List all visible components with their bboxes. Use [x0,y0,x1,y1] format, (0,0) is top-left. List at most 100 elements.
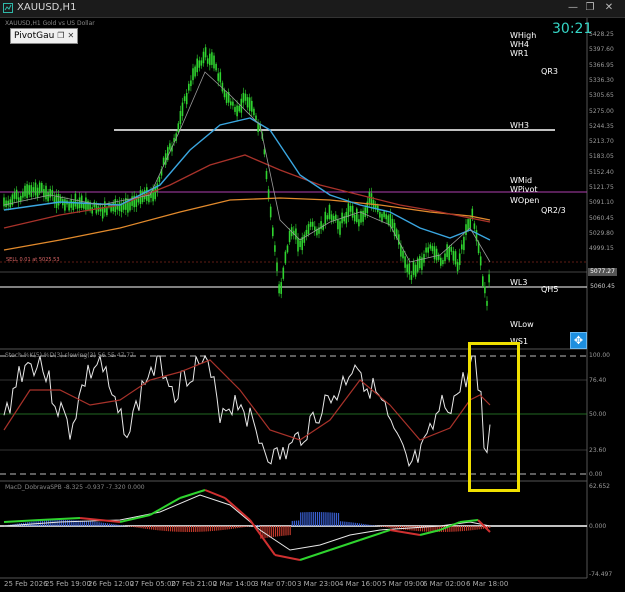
macd-histogram-bar [333,512,335,526]
chart-canvas[interactable] [0,0,625,592]
macd-histogram-bar [64,520,67,526]
macd-histogram-bar [327,512,329,526]
macd-histogram-bar [264,526,266,539]
macd-histogram-bar [230,526,232,529]
countdown-timer: 30:21 [552,21,593,37]
candle-body [24,185,26,197]
candle-body [284,251,287,264]
macd-histogram-bar [356,523,358,526]
candle-body [461,244,463,250]
candle-body [267,189,270,198]
macd-histogram-bar [386,526,388,528]
candle-body [286,245,289,253]
candle-body [473,223,476,229]
close-icon[interactable]: ✕ [67,31,74,40]
macd-histogram-bar [119,525,121,526]
window-restore-icon[interactable]: ❐ [57,31,64,40]
macd-histogram-bar [220,526,222,531]
candle-body [106,207,108,216]
candle-body [206,58,209,64]
macd-histogram-bar [224,526,226,530]
macd-histogram-bar [98,522,100,526]
candle-body [362,210,364,222]
candle-body [57,193,60,206]
candle-body [242,92,245,103]
candle-body [458,253,461,266]
candle-body [196,58,198,73]
macd-histogram-bar [241,526,243,528]
macd-histogram-bar [228,526,230,530]
macd-histogram-bar [197,526,199,532]
macd-histogram-bar [113,524,115,526]
candle-body [482,276,484,286]
macd-histogram-bar [287,526,289,536]
candle-body [465,224,467,236]
price-axis-label: 5428.25 [589,31,614,38]
candle-body [219,72,222,83]
pivot-indicator-label[interactable]: PivotGau ❐ ✕ [10,28,79,44]
candle-body [440,257,442,266]
macd-histogram-bar [272,526,274,537]
macd-histogram-bar [476,526,478,530]
macd-histogram-bar [463,526,466,531]
macd-histogram-bar [352,522,354,526]
macd-histogram-bar [367,524,369,526]
candle-body [303,234,306,243]
macd-histogram-bar [390,526,392,528]
macd-histogram-bar [94,521,96,526]
candle-body [68,201,70,211]
chart-shift-button[interactable]: ✥ [570,332,587,349]
candle-body [486,300,488,306]
candle-body [456,262,459,272]
macd-histogram-bar [312,512,314,526]
candle-body [188,83,190,91]
macd-signal-line [3,494,491,551]
candle-body [448,246,450,261]
candle-body [326,215,329,220]
macd-main-segment [389,529,421,536]
macd-histogram-bar [142,526,144,529]
candle-body [425,247,427,253]
macd-histogram-bar [144,526,146,529]
macd-histogram-bar [461,526,463,532]
macd-histogram-bar [56,520,58,526]
date-axis-label: 25 Feb 19:00 [45,580,91,588]
candle-body [41,183,43,192]
candle-body [215,63,217,71]
macd-histogram-bar [148,526,151,530]
date-axis-label: 6 Mar 02:00 [423,580,466,588]
macd-histogram-bar [392,526,394,529]
candle-body [479,256,482,266]
candle-body [309,221,312,227]
macd-histogram-bar [96,521,98,526]
candle-body [328,204,331,219]
candle-body [408,263,411,275]
candle-body [93,201,96,208]
macd-histogram-bar [90,521,92,526]
candle-body [7,200,9,206]
macd-histogram-bar [321,512,323,526]
macd-histogram-bar [266,526,268,538]
macd-histogram-bar [319,512,321,526]
candle-body [248,97,251,111]
macd-histogram-bar [474,526,476,530]
macd-histogram-bar [277,526,279,537]
pivot-label-wlow: WLow [510,320,534,329]
macd-histogram-bar [350,522,352,526]
macd-histogram-bar [172,526,174,532]
macd-histogram-bar [468,526,470,531]
macd-histogram-bar [459,526,461,532]
candle-body [446,244,448,258]
current-price-tag: 5077.27 [588,268,617,276]
price-axis-label: 5213.70 [589,138,614,146]
candle-body [246,97,249,108]
macd-histogram-bar [298,520,300,526]
candle-body [385,214,387,220]
candle-body [345,211,348,224]
candle-body [244,93,247,101]
candle-body [5,200,7,207]
macd-histogram-bar [382,526,384,527]
candle-body [45,185,47,200]
candle-body [15,189,18,200]
macd-histogram-bar [117,524,119,526]
